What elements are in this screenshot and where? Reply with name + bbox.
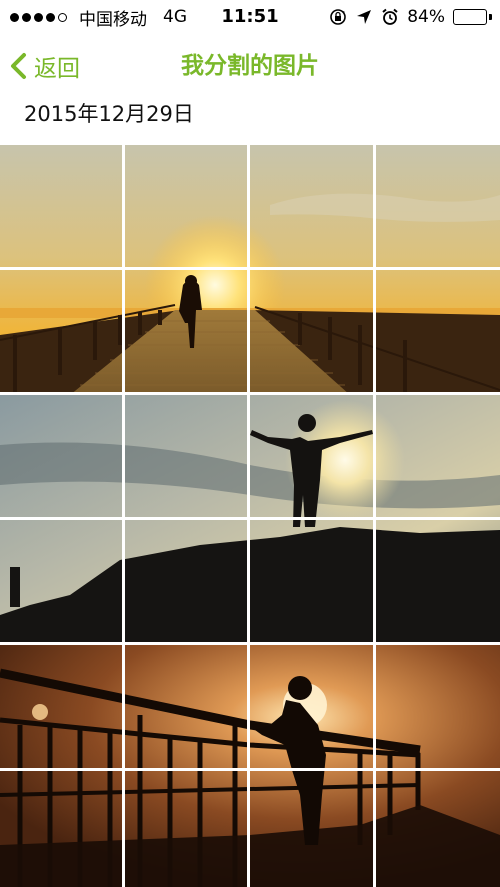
photo-tile[interactable] (375, 770, 500, 887)
photo-tile[interactable] (125, 520, 250, 645)
photo-tile[interactable] (0, 145, 125, 270)
grid-divider-vertical (122, 145, 125, 887)
photo-tiles (0, 145, 500, 887)
photo-tile[interactable] (250, 520, 375, 645)
photo-tile[interactable] (250, 145, 375, 270)
photo-tile[interactable] (0, 520, 125, 645)
photo-tile[interactable] (375, 520, 500, 645)
battery-icon (453, 9, 492, 25)
date-heading: 2015年12月29日 (24, 102, 194, 126)
photo-tile[interactable] (125, 770, 250, 887)
grid-divider-horizontal (0, 392, 500, 395)
grid-divider-vertical (373, 145, 376, 887)
back-button[interactable]: 返回 (8, 48, 80, 84)
photo-tile[interactable] (0, 770, 125, 887)
photo-tile[interactable] (125, 395, 250, 520)
location-arrow-icon (355, 8, 373, 26)
photo-tile[interactable] (375, 145, 500, 270)
photo-tile[interactable] (375, 270, 500, 395)
photo-tile[interactable] (375, 395, 500, 520)
photo-tile[interactable] (125, 270, 250, 395)
photo-tile[interactable] (250, 395, 375, 520)
rotation-lock-icon (329, 8, 347, 26)
photo-tile[interactable] (125, 145, 250, 270)
photo-tile[interactable] (0, 395, 125, 520)
photo-tile[interactable] (250, 770, 375, 887)
grid-divider-horizontal (0, 768, 500, 771)
nav-bar: 我分割的图片 返回 (0, 34, 500, 98)
grid-divider-horizontal (0, 517, 500, 520)
status-bar: 中国移动 4G 11:51 84% (0, 0, 500, 34)
photo-tile[interactable] (250, 645, 375, 770)
photo-grid (0, 145, 500, 887)
chevron-left-icon (11, 53, 26, 79)
back-button-label: 返回 (34, 56, 80, 82)
alarm-icon (381, 8, 399, 26)
photo-tile[interactable] (0, 270, 125, 395)
grid-divider-horizontal (0, 642, 500, 645)
battery-percent: 84% (407, 7, 445, 27)
photo-tile[interactable] (250, 270, 375, 395)
status-right: 84% (329, 0, 492, 34)
grid-divider-horizontal (0, 267, 500, 270)
grid-divider-vertical (247, 145, 250, 887)
photo-tile[interactable] (125, 645, 250, 770)
photo-tile[interactable] (0, 645, 125, 770)
photo-tile[interactable] (375, 645, 500, 770)
